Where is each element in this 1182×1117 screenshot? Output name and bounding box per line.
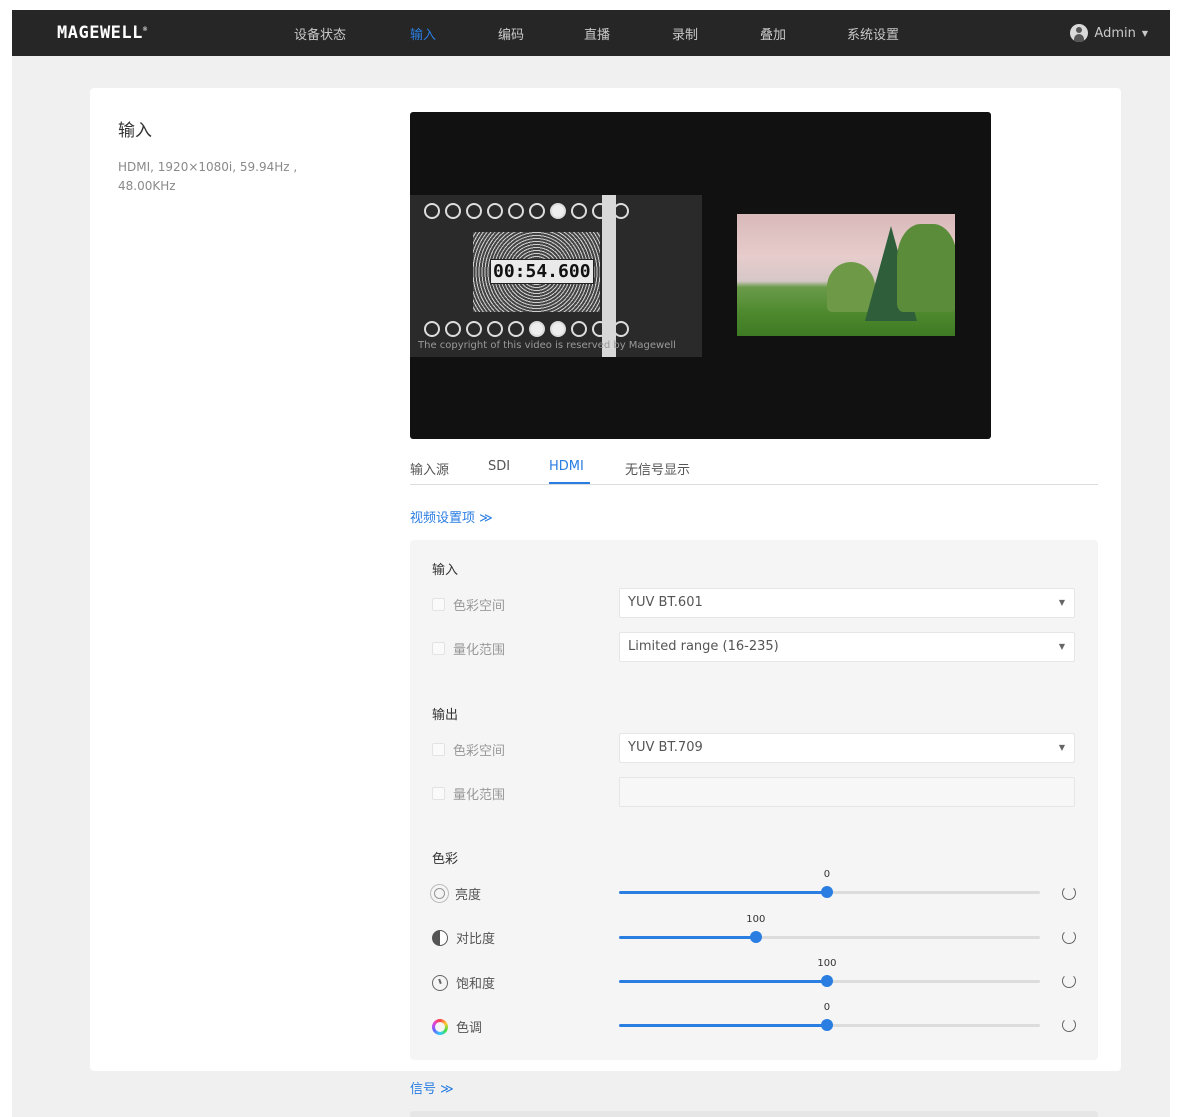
hue-slider[interactable]: 0 [619, 1002, 1040, 1031]
tab-no-signal-display[interactable]: 无信号显示 [625, 459, 690, 478]
input-color-space-label: 色彩空间 [453, 599, 506, 614]
video-settings-panel: 输入 色彩空间 YUV BT.601 ▼ 量化范围 Limited range … [410, 540, 1098, 1060]
output-heading: 输出 [432, 708, 459, 723]
saturation-icon [432, 974, 448, 991]
top-navbar: MAGEWELL® 设备状态 输入 编码 直播 录制 叠加 系统设置 Admin… [12, 10, 1170, 56]
double-chevron-down-icon: ≫ [440, 1082, 454, 1097]
brightness-slider-fill [619, 891, 827, 894]
saturation-row: 饱和度 [432, 973, 495, 992]
user-menu[interactable]: Admin ▼ [1070, 24, 1148, 42]
brightness-reset-icon[interactable] [1062, 886, 1076, 900]
input-quant-range-select[interactable]: Limited range (16-235) ▼ [619, 632, 1075, 662]
output-color-space-select[interactable]: YUV BT.709 ▼ [619, 733, 1075, 763]
test-pattern: 00:54.600 The copyright of this video is… [410, 195, 702, 357]
hue-row: 色调 [432, 1017, 482, 1036]
input-card: 输入 HDMI, 1920×1080i, 59.94Hz , 48.00KHz … [90, 88, 1121, 1071]
timecode: 00:54.600 [490, 259, 594, 284]
saturation-reset-icon[interactable] [1062, 974, 1076, 988]
caret-down-icon: ▼ [1141, 28, 1148, 38]
nav-live[interactable]: 直播 [584, 24, 610, 43]
hue-label: 色调 [456, 1021, 483, 1036]
dropdown-arrow-icon: ▼ [1058, 743, 1065, 752]
color-heading: 色彩 [432, 852, 459, 867]
landscape-thumbnail [737, 214, 955, 336]
output-color-space-row: 色彩空间 [432, 740, 505, 759]
saturation-value: 100 [817, 958, 837, 969]
input-color-space-select[interactable]: YUV BT.601 ▼ [619, 588, 1075, 618]
hue-slider-thumb[interactable] [820, 1019, 833, 1031]
active-tab-underline [549, 482, 590, 484]
input-tabs: 输入源 SDI HDMI 无信号显示 [410, 456, 1098, 485]
app-frame: MAGEWELL® 设备状态 输入 编码 直播 录制 叠加 系统设置 Admin… [12, 10, 1170, 1117]
output-quant-range-select[interactable] [619, 777, 1075, 807]
output-color-space-label: 色彩空间 [453, 744, 506, 759]
signal-toggle[interactable]: 信号 ≫ [410, 1078, 454, 1097]
brightness-slider-thumb[interactable] [820, 886, 833, 898]
input-quant-range-checkbox[interactable] [432, 642, 445, 655]
input-color-space-row: 色彩空间 [432, 595, 505, 614]
copyright-text: The copyright of this video is reserved … [418, 340, 676, 351]
video-settings-toggle[interactable]: 视频设置项 ≫ [410, 507, 493, 526]
nav-encode[interactable]: 编码 [498, 24, 524, 43]
input-quant-range-row: 量化范围 [432, 639, 505, 658]
contrast-value: 100 [746, 914, 766, 925]
circle-row-bottom [424, 321, 629, 337]
sweep-bar [602, 195, 616, 357]
nav-overlay[interactable]: 叠加 [760, 24, 786, 43]
contrast-slider[interactable]: 100 [619, 914, 1040, 943]
tab-sdi[interactable]: SDI [488, 459, 510, 474]
hue-slider-fill [619, 1024, 827, 1027]
output-quant-range-checkbox[interactable] [432, 787, 445, 800]
signal-info: HDMI, 1920×1080i, 59.94Hz , 48.00KHz [118, 160, 298, 193]
hue-wheel-icon [432, 1018, 448, 1035]
saturation-slider-fill [619, 980, 827, 983]
circle-row-top [424, 203, 629, 219]
output-color-space-checkbox[interactable] [432, 743, 445, 756]
double-chevron-down-icon: ≫ [479, 511, 493, 526]
dropdown-arrow-icon: ▼ [1058, 642, 1065, 651]
input-color-space-checkbox[interactable] [432, 598, 445, 611]
page-title: 输入 [118, 121, 152, 141]
hue-value: 0 [823, 1002, 831, 1013]
contrast-slider-thumb[interactable] [749, 931, 762, 943]
contrast-icon [432, 929, 448, 946]
saturation-slider[interactable]: 100 [619, 958, 1040, 987]
sun-icon [434, 888, 445, 899]
contrast-row: 对比度 [432, 928, 495, 947]
brightness-label: 亮度 [455, 888, 482, 903]
input-heading: 输入 [432, 563, 459, 578]
nav-device-status[interactable]: 设备状态 [294, 24, 346, 43]
contrast-label: 对比度 [456, 932, 496, 947]
brightness-row: 亮度 [432, 884, 481, 903]
signal-panel [410, 1111, 1098, 1117]
user-name: Admin [1094, 25, 1136, 41]
hue-reset-icon[interactable] [1062, 1018, 1076, 1032]
output-quant-range-label: 量化范围 [453, 788, 506, 803]
brightness-value: 0 [823, 869, 831, 880]
tab-hdmi[interactable]: HDMI [549, 459, 584, 474]
magewell-logo[interactable]: MAGEWELL® [57, 23, 148, 43]
nav-record[interactable]: 录制 [672, 24, 698, 43]
nav-system-settings[interactable]: 系统设置 [847, 24, 899, 43]
nav-input[interactable]: 输入 [410, 24, 436, 43]
saturation-label: 饱和度 [456, 977, 496, 992]
user-avatar-icon [1070, 24, 1089, 42]
contrast-reset-icon[interactable] [1062, 930, 1076, 944]
output-quant-range-row: 量化范围 [432, 784, 505, 803]
saturation-slider-thumb[interactable] [820, 975, 833, 987]
video-preview: 00:54.600 The copyright of this video is… [410, 112, 991, 439]
dropdown-arrow-icon: ▼ [1058, 598, 1065, 607]
brightness-slider[interactable]: 0 [619, 869, 1040, 898]
input-quant-range-label: 量化范围 [453, 643, 506, 658]
contrast-slider-fill [619, 936, 756, 939]
tab-input-source[interactable]: 输入源 [410, 459, 449, 478]
